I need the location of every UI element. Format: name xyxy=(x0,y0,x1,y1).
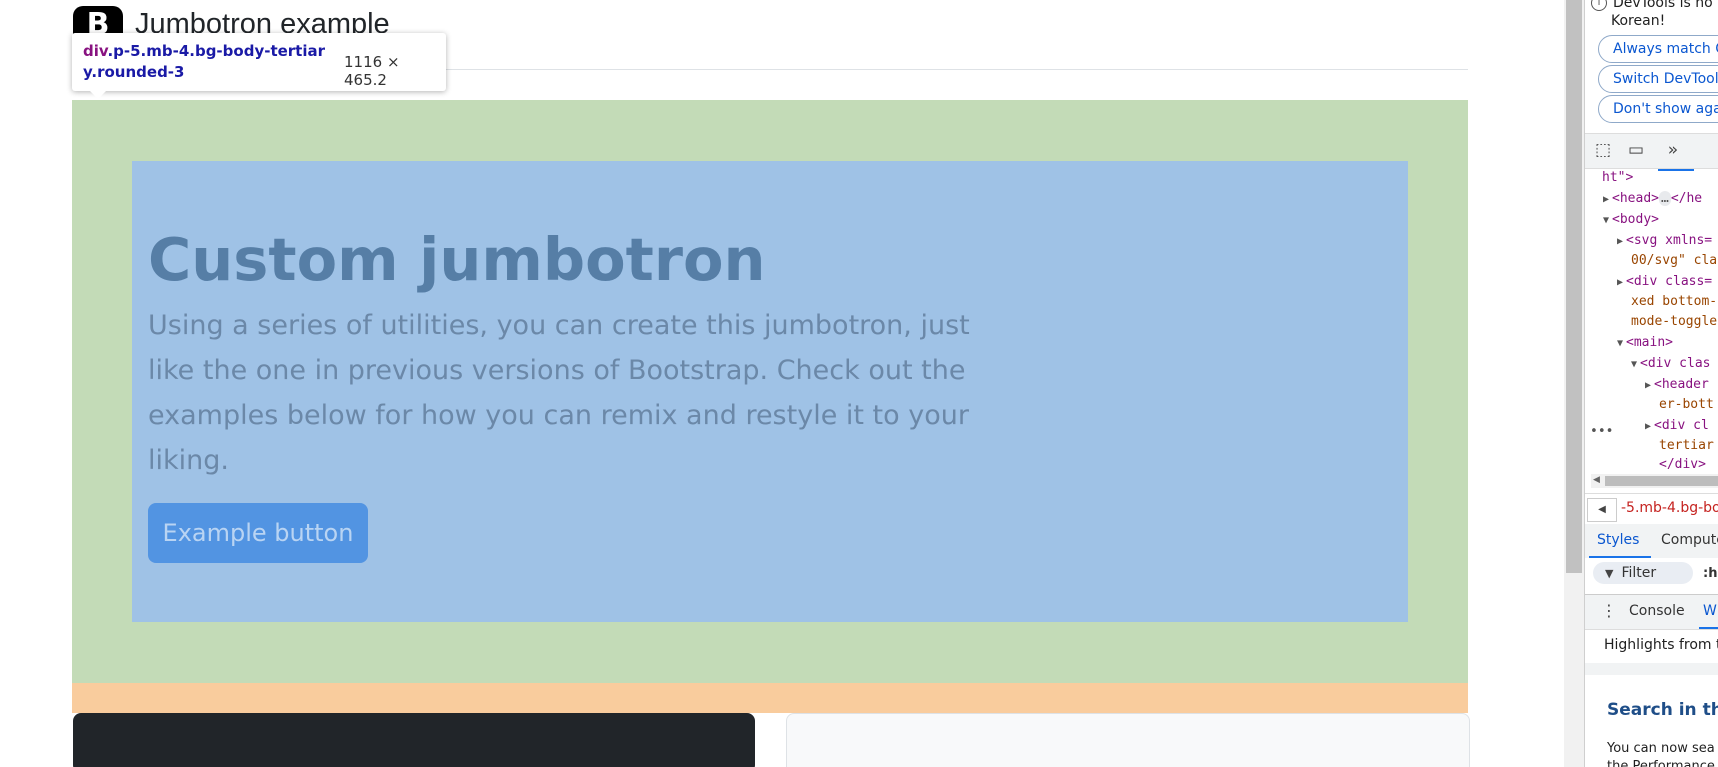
tree-tag: <head> xyxy=(1612,191,1659,206)
whats-new-search-title[interactable]: Search in the xyxy=(1607,700,1718,720)
expand-triangle-icon[interactable]: ▶ xyxy=(1645,421,1651,432)
tab-console[interactable]: Console xyxy=(1629,603,1685,619)
tree-attr: tertiar xyxy=(1659,438,1714,453)
search-text-line-2: the Performance xyxy=(1607,759,1715,767)
light-feature-card xyxy=(786,713,1470,767)
dark-feature-card xyxy=(73,713,755,767)
expand-triangle-icon[interactable]: ▶ xyxy=(1603,194,1609,205)
drawer-menu-icon[interactable]: ⋮ xyxy=(1601,601,1617,620)
tree-line-div[interactable]: ▶ <div class= xyxy=(1617,272,1712,293)
tree-tag: <svg xmlns= xyxy=(1626,233,1713,248)
tree-line-body[interactable]: ▼ <body> xyxy=(1603,210,1659,231)
styles-filter-row: ▼ Filter :ho xyxy=(1585,558,1718,588)
tree-tag: <main> xyxy=(1626,335,1673,350)
tree-tag: <header xyxy=(1654,377,1709,392)
breadcrumb-item[interactable]: -5.mb-4.bg-boc xyxy=(1621,500,1718,516)
tree-tag: <body> xyxy=(1612,212,1659,227)
tree-line-cont: </div> xyxy=(1659,457,1706,472)
jumbotron-text: Using a series of utilities, you can cre… xyxy=(148,310,970,476)
tree-line-header[interactable]: ▶ <header xyxy=(1645,375,1709,396)
devtools-drawer-tabs: ⋮ Console W xyxy=(1585,594,1718,630)
inspect-icon[interactable]: ⬚ xyxy=(1592,139,1614,161)
jumbotron-title: Custom jumbotron xyxy=(148,225,766,294)
tree-tag: <div class= xyxy=(1626,274,1713,289)
tree-line-cont: 00/svg" cla xyxy=(1631,251,1717,271)
filter-icon: ▼ xyxy=(1605,567,1614,580)
collapsed-ellipsis[interactable]: … xyxy=(1659,191,1671,206)
tree-attr: er-bott xyxy=(1659,397,1714,412)
search-text-line-1: You can now sea xyxy=(1607,741,1715,756)
tooltip-tag: div xyxy=(83,42,108,60)
tree-line-cont: xed bottom- xyxy=(1631,292,1717,312)
info-icon: i xyxy=(1591,0,1607,11)
notice-line-1: DevTools is no xyxy=(1613,0,1713,11)
dont-show-again-button[interactable]: Don't show agai xyxy=(1598,95,1718,123)
breadcrumb-back-icon[interactable]: ◀ xyxy=(1587,498,1617,522)
scroll-left-icon[interactable]: ◀ xyxy=(1593,475,1600,485)
tree-line-selected[interactable]: ▶ <div cl xyxy=(1645,416,1709,437)
tree-line-cont: mode-toggle xyxy=(1631,312,1717,332)
whats-new-search-text: You can now sea the Performance xyxy=(1607,740,1715,767)
collapse-triangle-icon[interactable]: ▼ xyxy=(1617,338,1623,349)
tree-tag: </he xyxy=(1670,191,1703,206)
notice-line-2: Korean! xyxy=(1611,13,1666,29)
page-scrollbar-thumb[interactable] xyxy=(1566,0,1582,573)
example-button[interactable]: Example button xyxy=(148,503,368,563)
tree-attr: 00/svg" cla xyxy=(1631,253,1718,268)
always-match-button[interactable]: Always match C xyxy=(1598,35,1718,63)
expand-triangle-icon[interactable]: ▶ xyxy=(1617,277,1623,288)
tree-line-cont: tertiar xyxy=(1659,436,1714,456)
tree-line-cont: er-bott xyxy=(1659,395,1714,415)
page-viewport: B Jumbotron example Custom jumbotron Usi… xyxy=(0,0,1564,767)
tree-line-main[interactable]: ▼ <main> xyxy=(1617,333,1673,354)
tree-horizontal-scrollbar[interactable]: ◀ xyxy=(1591,474,1718,488)
switch-devtools-button[interactable]: Switch DevTools xyxy=(1598,65,1718,93)
device-icon[interactable]: ▭ xyxy=(1625,139,1647,161)
tree-tag: <div clas xyxy=(1640,356,1711,371)
tooltip-selector: div.p-5.mb-4.bg-body-tertiary.rounded-3 xyxy=(83,41,333,83)
inspector-tooltip: div.p-5.mb-4.bg-body-tertiary.rounded-3 … xyxy=(72,33,446,99)
tree-line[interactable]: ht"> xyxy=(1602,168,1633,188)
tree-line-container[interactable]: ▼ <div clas xyxy=(1631,354,1710,375)
tab-styles[interactable]: Styles xyxy=(1588,532,1653,558)
collapse-triangle-icon[interactable]: ▼ xyxy=(1603,215,1609,226)
tree-tag: <div cl xyxy=(1654,418,1709,433)
hov-toggle[interactable]: :ho xyxy=(1703,566,1718,581)
tree-attr: mode-toggle xyxy=(1631,314,1718,329)
tab-computed[interactable]: Compute xyxy=(1661,532,1718,548)
tooltip-classes: .p-5.mb-4.bg-body-tertiary.rounded-3 xyxy=(83,42,326,81)
tree-attr: xed bottom- xyxy=(1631,294,1718,309)
tree-line-svg[interactable]: ▶ <svg xmlns= xyxy=(1617,231,1712,252)
more-panels-icon[interactable]: » xyxy=(1658,139,1694,171)
collapse-triangle-icon[interactable]: ▼ xyxy=(1631,359,1637,370)
devtools-toolbar: ⬚ ▭ » xyxy=(1585,133,1718,171)
drawer-divider xyxy=(1585,663,1718,675)
devtools-panel: i DevTools is no Korean! Always match C S… xyxy=(1584,0,1718,767)
node-actions-icon[interactable]: ••• xyxy=(1590,424,1613,439)
filter-placeholder: Filter xyxy=(1621,565,1657,581)
tooltip-size: 1116 × 465.2 xyxy=(344,53,400,89)
elements-breadcrumb: ◀ -5.mb-4.bg-boc xyxy=(1585,493,1718,525)
expand-triangle-icon[interactable]: ▶ xyxy=(1645,380,1651,391)
expand-triangle-icon[interactable]: ▶ xyxy=(1617,236,1623,247)
tab-whats-new[interactable]: W xyxy=(1699,603,1718,629)
styles-filter-input[interactable]: ▼ Filter xyxy=(1593,562,1693,584)
whats-new-highlights: Highlights from t xyxy=(1604,637,1718,653)
tree-line-head[interactable]: ▶ <head>… </he xyxy=(1603,189,1702,210)
elements-subtabs: Styles Compute xyxy=(1585,524,1718,559)
tree-scroll-thumb[interactable] xyxy=(1605,476,1718,486)
